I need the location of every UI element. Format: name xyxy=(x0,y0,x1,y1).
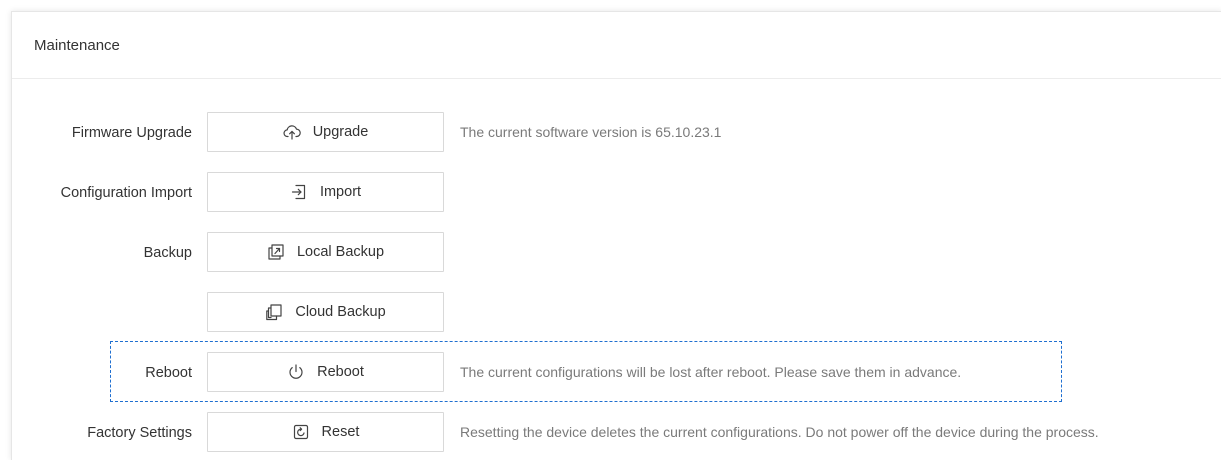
local-backup-button[interactable]: Local Backup xyxy=(207,232,444,272)
reset-button[interactable]: Reset xyxy=(207,412,444,452)
local-backup-button-label: Local Backup xyxy=(296,244,385,260)
row-configuration-import: Configuration Import Import xyxy=(12,172,1221,214)
configuration-import-label: Configuration Import xyxy=(60,185,192,201)
row-backup: Backup Local Backup xyxy=(12,232,1221,274)
software-version-text: The current software version is 65.10.23… xyxy=(460,124,722,140)
reboot-button[interactable]: Reboot xyxy=(207,352,444,392)
local-backup-icon xyxy=(267,243,285,261)
upgrade-button-label: Upgrade xyxy=(312,124,369,140)
cloud-backup-button[interactable]: Cloud Backup xyxy=(207,292,444,332)
panel-title: Maintenance xyxy=(12,12,1221,79)
row-factory-settings: Factory Settings Reset Resetting the dev… xyxy=(12,412,1221,454)
firmware-upgrade-label: Firmware Upgrade xyxy=(71,125,192,141)
factory-settings-label: Factory Settings xyxy=(87,425,192,441)
factory-reset-warning-text: Resetting the device deletes the current… xyxy=(460,424,1099,440)
reboot-label: Reboot xyxy=(145,365,192,381)
maintenance-panel: Maintenance Firmware Upgrade Upgrade The… xyxy=(11,11,1221,460)
cloud-backup-button-label: Cloud Backup xyxy=(295,304,386,320)
import-icon xyxy=(290,183,308,201)
upgrade-button[interactable]: Upgrade xyxy=(207,112,444,152)
cloud-backup-icon xyxy=(265,303,283,321)
reset-icon xyxy=(292,423,310,441)
import-button-label: Import xyxy=(319,184,362,200)
row-cloud-backup: Cloud Backup xyxy=(12,292,1221,334)
import-button[interactable]: Import xyxy=(207,172,444,212)
row-reboot: Reboot Reboot The current configurations… xyxy=(12,352,1221,394)
row-firmware-upgrade: Firmware Upgrade Upgrade The current sof… xyxy=(12,112,1221,154)
power-icon xyxy=(287,363,305,381)
reboot-warning-text: The current configurations will be lost … xyxy=(460,364,962,380)
backup-label: Backup xyxy=(143,245,192,261)
cloud-upload-icon xyxy=(283,123,301,141)
reset-button-label: Reset xyxy=(321,424,360,440)
reboot-button-label: Reboot xyxy=(317,364,364,380)
